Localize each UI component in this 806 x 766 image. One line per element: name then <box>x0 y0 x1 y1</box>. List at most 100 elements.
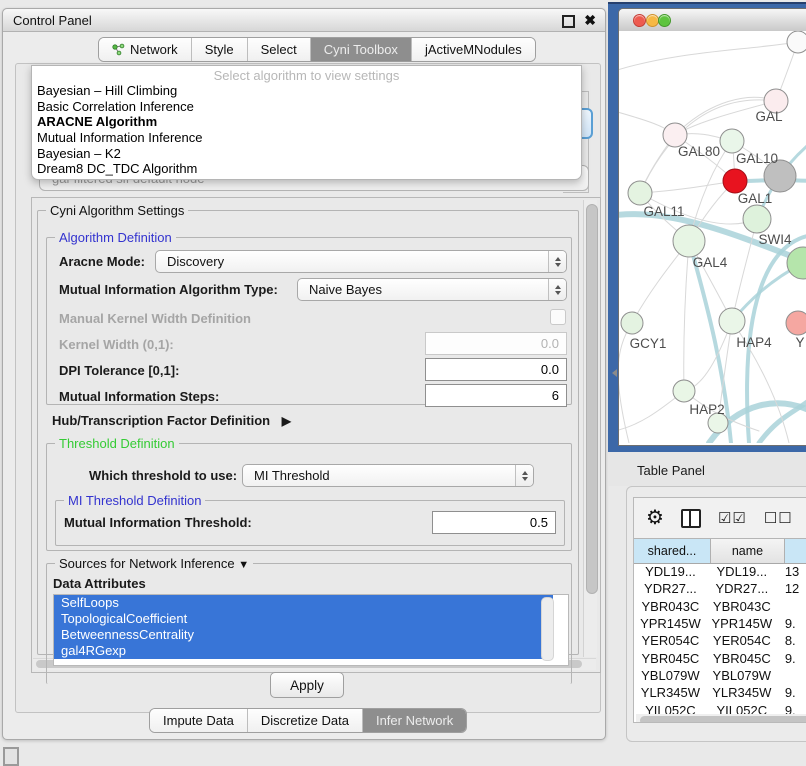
tab-select[interactable]: Select <box>248 38 311 61</box>
sources-group: Sources for Network Inference ▼ Data Att… <box>46 563 572 684</box>
algorithm-option-bayesian-k2[interactable]: Bayesian – K2 <box>32 146 581 162</box>
control-panel-title: Control Panel <box>13 13 92 28</box>
mi-steps-field[interactable]: 6 <box>425 384 567 407</box>
gear-icon[interactable]: ⚙ <box>646 508 664 528</box>
tab-style[interactable]: Style <box>192 38 248 61</box>
hub-definition-toggle[interactable]: Hub/Transcription Factor Definition ▶ <box>52 413 291 428</box>
cyni-algorithm-settings-title: Cyni Algorithm Settings <box>46 203 188 218</box>
network-view-window[interactable]: GALGAL80GAL10GAL11GAL1GAL4SWI4GCY1HAP4YH… <box>618 8 806 446</box>
table-cell: 9. <box>777 685 806 700</box>
minimize-traffic-light-icon[interactable] <box>646 14 659 27</box>
table-cell: YDR27... <box>707 581 777 596</box>
network-node[interactable] <box>723 169 747 193</box>
node-label: GAL10 <box>736 151 778 166</box>
mi-threshold-definition-group: MI Threshold Definition Mutual Informati… <box>55 500 565 546</box>
tab-jactivemnodules[interactable]: jActiveMNodules <box>412 38 535 61</box>
close-traffic-light-icon[interactable] <box>633 14 646 27</box>
splitter-collapse-icon[interactable] <box>612 369 617 377</box>
attribute-item[interactable]: SelfLoops <box>54 595 553 611</box>
stepper-arrows-icon <box>548 251 566 272</box>
close-icon[interactable]: ✖ <box>584 12 596 29</box>
algorithm-option-bayesian-hill-climbing[interactable]: Bayesian – Hill Climbing <box>32 83 581 99</box>
table-cell: YDR27... <box>634 581 707 596</box>
apply-button[interactable]: Apply <box>270 672 344 698</box>
network-node-gcy1[interactable] <box>621 312 643 334</box>
network-node-gal1[interactable] <box>743 205 771 233</box>
network-node-gal10[interactable] <box>720 129 744 153</box>
network-canvas[interactable]: GALGAL80GAL10GAL11GAL1GAL4SWI4GCY1HAP4YH… <box>619 31 806 443</box>
deselect-all-checkboxes-icon[interactable]: ☐☐ <box>764 509 793 527</box>
stepper-arrows-icon <box>515 465 533 486</box>
attribute-item[interactable]: TopologicalCoefficient <box>54 611 553 627</box>
table-row[interactable]: YBR043CYBR043C <box>634 598 806 615</box>
table-row[interactable]: YLR345WYLR345W9. <box>634 684 806 701</box>
network-window-titlebar[interactable] <box>619 9 806 32</box>
table-cell: 12 <box>777 581 806 596</box>
node-label: HAP4 <box>736 335 772 350</box>
network-edge[interactable] <box>640 181 735 193</box>
table-cell: 9. <box>777 651 806 666</box>
table-cell: YBR045C <box>634 651 707 666</box>
table-row[interactable]: YBR045CYBR045C9. <box>634 649 806 666</box>
column-header[interactable]: shared... <box>634 539 711 563</box>
algorithm-option-mutual-information[interactable]: Mutual Information Inference <box>32 130 581 146</box>
dpi-tolerance-label: DPI Tolerance [0,1]: <box>59 363 179 378</box>
dpi-tolerance-field[interactable]: 0.0 <box>425 358 567 381</box>
network-node-hap4[interactable] <box>719 308 745 334</box>
attribute-item[interactable]: gal4RGexp <box>54 643 553 659</box>
mi-type-combobox[interactable]: Naive Bayes <box>297 278 567 301</box>
select-all-checkboxes-icon[interactable]: ☑☑ <box>718 509 747 527</box>
table-row[interactable]: YDR27...YDR27...12 <box>634 580 806 597</box>
zoom-traffic-light-icon[interactable] <box>658 14 671 27</box>
control-panel-titlebar[interactable]: Control Panel ✖ <box>3 9 605 32</box>
network-node-y[interactable] <box>786 311 806 335</box>
sources-title[interactable]: Sources for Network Inference ▼ <box>55 556 253 571</box>
attribute-item[interactable]: BetweennessCentrality <box>54 627 553 643</box>
tab-infer-network[interactable]: Infer Network <box>363 709 466 732</box>
table-cell: YBL079W <box>707 668 777 683</box>
mi-steps-label: Mutual Information Steps: <box>59 389 219 404</box>
vertical-scrollbar-thumb[interactable] <box>586 204 598 594</box>
aracne-mode-combobox[interactable]: Discovery <box>155 250 567 273</box>
which-threshold-combobox[interactable]: MI Threshold <box>242 464 534 487</box>
network-node-gal11[interactable] <box>628 181 652 205</box>
table-horizontal-scrollbar[interactable] <box>636 714 806 723</box>
column-header[interactable]: name <box>711 539 785 563</box>
collapsed-panel-icon[interactable] <box>3 747 19 766</box>
algorithm-option-basic-correlation[interactable]: Basic Correlation Inference <box>32 99 581 115</box>
mi-threshold-field[interactable]: 0.5 <box>432 511 556 534</box>
table-row[interactable]: YDL19...YDL19...13 <box>634 563 806 580</box>
tab-network-label: Network <box>130 42 178 57</box>
threshold-definition-group: Threshold Definition Which threshold to … <box>46 443 572 551</box>
network-edge[interactable] <box>619 42 798 71</box>
attribute-list-scrollbar[interactable] <box>541 597 554 661</box>
float-window-icon[interactable] <box>562 15 575 28</box>
tab-network[interactable]: Network <box>99 38 192 61</box>
network-node[interactable] <box>787 31 806 53</box>
table-row[interactable]: YBL079WYBL079W <box>634 667 806 684</box>
table-row[interactable]: YPR145WYPR145W9. <box>634 615 806 632</box>
algorithm-option-aracne[interactable]: ARACNE Algorithm <box>32 114 581 130</box>
network-edge[interactable] <box>684 241 689 391</box>
column-selector-icon[interactable] <box>681 509 701 528</box>
table-cell: YLR345W <box>707 685 777 700</box>
column-header[interactable] <box>785 539 806 563</box>
table-scrollbar-thumb[interactable] <box>640 716 806 724</box>
network-node-gal4[interactable] <box>673 225 705 257</box>
vertical-scrollbar[interactable] <box>583 200 597 657</box>
algorithm-option-dream8[interactable]: Dream8 DC_TDC Algorithm <box>32 161 581 177</box>
network-node-hap2[interactable] <box>673 380 695 402</box>
node-label: GAL4 <box>693 255 728 270</box>
network-node-swi4[interactable] <box>787 247 806 279</box>
tab-discretize-data[interactable]: Discretize Data <box>248 709 363 732</box>
table-row[interactable]: YER054CYER054C8. <box>634 632 806 649</box>
tab-impute-data[interactable]: Impute Data <box>150 709 248 732</box>
tab-cyni-toolbox[interactable]: Cyni Toolbox <box>311 38 412 61</box>
kernel-width-field: 0.0 <box>425 332 567 355</box>
manual-kernel-checkbox[interactable] <box>550 309 566 325</box>
algorithm-definition-group: Algorithm Definition Aracne Mode: Discov… <box>46 237 572 405</box>
control-panel-tabs: Network Style Select Cyni Toolbox jActiv… <box>98 37 536 62</box>
data-attributes-list[interactable]: SelfLoops TopologicalCoefficient Between… <box>53 594 569 666</box>
node-label: GAL <box>755 109 783 124</box>
node-label: GAL80 <box>678 144 720 159</box>
